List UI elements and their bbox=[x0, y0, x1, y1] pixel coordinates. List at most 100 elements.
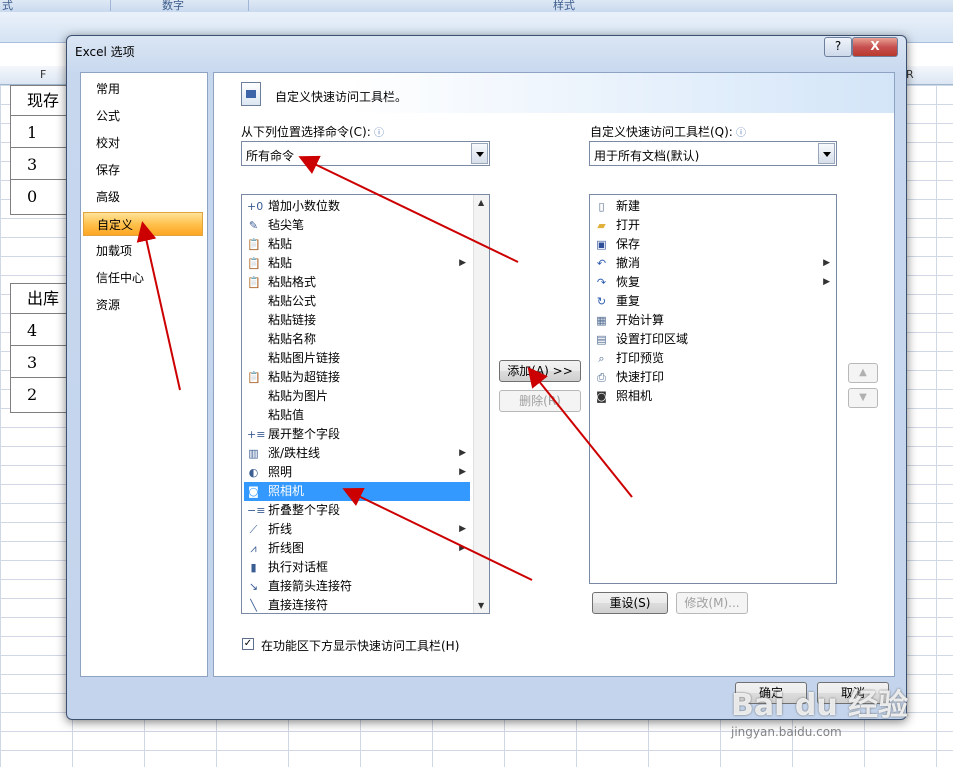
nav-item[interactable]: 自定义 bbox=[83, 212, 203, 236]
toolbar-item-label: 重复 bbox=[616, 294, 641, 308]
command-label: 直接连接符 bbox=[268, 598, 329, 612]
command-list-item[interactable]: ▥ 涨/跌柱线 ▶ bbox=[244, 444, 470, 463]
command-list-item[interactable]: 粘贴链接 bbox=[244, 311, 470, 330]
cell[interactable]: 现存 bbox=[11, 86, 68, 116]
command-list-item[interactable]: ◙ 照相机 bbox=[244, 482, 470, 501]
help-button[interactable]: ? bbox=[824, 37, 852, 57]
show-below-ribbon-checkbox[interactable]: ✓ bbox=[242, 638, 254, 650]
cell[interactable]: 出库 bbox=[11, 284, 68, 314]
command-label: 粘贴为图片 bbox=[268, 389, 329, 403]
command-list-item[interactable]: ↘ 直接箭头连接符 bbox=[244, 577, 470, 596]
show-below-ribbon-label: 在功能区下方显示快速访问工具栏(H) bbox=[261, 639, 460, 653]
toolbar-list-item[interactable]: ↶ 撤消 ▶ bbox=[592, 254, 834, 273]
command-list-item[interactable]: 📋 粘贴格式 bbox=[244, 273, 470, 292]
cell-block-bottom: 出库 4 3 2 bbox=[10, 283, 68, 413]
print-preview-icon: ⌕ bbox=[598, 352, 605, 365]
toolbar-list-item[interactable]: ⌕ 打印预览 bbox=[592, 349, 834, 368]
toolbar-list-item[interactable]: ▣ 保存 bbox=[592, 235, 834, 254]
nav-item[interactable]: 常用 bbox=[83, 77, 203, 101]
toolbar-item-label: 照相机 bbox=[616, 389, 653, 403]
command-list-item[interactable]: 粘贴为图片 bbox=[244, 387, 470, 406]
toolbar-commands-list[interactable]: ▯ 新建 ▰ 打开 ▣ 保存 ↶ 撤消 ▶ ↷ 恢复 ▶ ↻ 重复 ▦ 开始计算 ▤ 设置打印区域 ⌕ 打印预览 ⎙ 快速… bbox=[589, 194, 837, 584]
cell[interactable]: 0 bbox=[11, 182, 68, 212]
command-list-item[interactable]: ✎ 毡尖笔 bbox=[244, 216, 470, 235]
toolbar-list-item[interactable]: ▤ 设置打印区域 bbox=[592, 330, 834, 349]
camera-icon: ◙ bbox=[596, 390, 607, 403]
modify-button[interactable]: 修改(M)... bbox=[676, 592, 748, 614]
nav-item[interactable]: 高级 bbox=[83, 185, 203, 209]
cell[interactable]: 4 bbox=[11, 316, 68, 346]
toolbar-item-label: 打印预览 bbox=[616, 351, 665, 365]
collapse-field-icon: −≡ bbox=[247, 504, 266, 517]
submenu-arrow-icon: ▶ bbox=[823, 277, 830, 287]
nav-item[interactable]: 保存 bbox=[83, 158, 203, 182]
toolbar-list-item[interactable]: ↻ 重复 bbox=[592, 292, 834, 311]
choose-commands-value: 所有命令 bbox=[246, 149, 295, 163]
remove-button[interactable]: 删除(R) bbox=[499, 390, 581, 412]
toolbar-list-item[interactable]: ↷ 恢复 ▶ bbox=[592, 273, 834, 292]
info-icon: ⓘ bbox=[370, 128, 384, 139]
command-list-item[interactable]: ⩘ 折线图 ▶ bbox=[244, 539, 470, 558]
toolbar-list-item[interactable]: ⎙ 快速打印 bbox=[592, 368, 834, 387]
command-list-item[interactable]: ▮ 执行对话框 bbox=[244, 558, 470, 577]
customize-toolbar-dropdown[interactable]: 用于所有文档(默认) bbox=[589, 141, 837, 166]
command-list-item[interactable]: 粘贴图片链接 bbox=[244, 349, 470, 368]
command-list-item[interactable]: −≡ 折叠整个字段 bbox=[244, 501, 470, 520]
add-button[interactable]: 添加(A) >> bbox=[499, 360, 581, 382]
column-header-r: R bbox=[906, 68, 914, 81]
toolbar-list-item[interactable]: ◙ 照相机 bbox=[592, 387, 834, 406]
command-list-item[interactable]: 📋 粘贴为超链接 bbox=[244, 368, 470, 387]
customize-toolbar-value: 用于所有文档(默认) bbox=[594, 149, 700, 163]
chevron-down-icon[interactable] bbox=[818, 143, 835, 164]
command-list-item[interactable]: 📋 粘贴 ▶ bbox=[244, 254, 470, 273]
options-content: 自定义快速访问工具栏。 从下列位置选择命令(C): ⓘ 所有命令 自定义快速访问… bbox=[213, 72, 895, 677]
scroll-up-icon[interactable]: ▲ bbox=[478, 198, 484, 207]
command-label: 折叠整个字段 bbox=[268, 503, 341, 517]
command-list-item[interactable]: 📋 粘贴 bbox=[244, 235, 470, 254]
toolbar-list-item[interactable]: ▰ 打开 bbox=[592, 216, 834, 235]
move-up-button[interactable]: ▲ bbox=[848, 363, 878, 383]
chevron-down-icon[interactable] bbox=[471, 143, 488, 164]
nav-item[interactable]: 校对 bbox=[83, 131, 203, 155]
reset-button[interactable]: 重设(S) bbox=[592, 592, 668, 614]
run-dialog-icon: ▮ bbox=[250, 561, 257, 574]
choose-commands-label: 从下列位置选择命令(C): ⓘ bbox=[241, 125, 384, 139]
toolbar-item-label: 设置打印区域 bbox=[616, 332, 689, 346]
cell[interactable]: 2 bbox=[11, 380, 68, 410]
move-down-button[interactable]: ▼ bbox=[848, 388, 878, 408]
nav-item[interactable]: 信任中心 bbox=[83, 266, 203, 290]
scroll-down-icon[interactable]: ▼ bbox=[478, 601, 484, 610]
command-list-item[interactable]: ⟋ 折线 ▶ bbox=[244, 520, 470, 539]
toolbar-list-item[interactable]: ▦ 开始计算 bbox=[592, 311, 834, 330]
command-list-item[interactable]: ◐ 照明 ▶ bbox=[244, 463, 470, 482]
commands-list[interactable]: ▲ ▼ +0 增加小数位数 ✎ 毡尖笔 📋 粘贴 📋 粘贴 ▶ 📋 粘贴格式粘贴公式粘贴链接 粘贴名称… bbox=[241, 194, 490, 614]
command-label: 粘贴公式 bbox=[268, 294, 317, 308]
command-label: 折线 bbox=[268, 522, 293, 536]
info-icon: ⓘ bbox=[732, 128, 747, 139]
cell[interactable]: 3 bbox=[11, 348, 68, 378]
command-list-item[interactable]: ╲ 直接连接符 bbox=[244, 596, 470, 613]
toolbar-list-item[interactable]: ▯ 新建 bbox=[592, 197, 834, 216]
section-title: 自定义快速访问工具栏。 bbox=[275, 90, 408, 104]
increase-decimal-icon: +0 bbox=[247, 200, 264, 213]
command-list-item[interactable]: +0 增加小数位数 bbox=[244, 197, 470, 216]
command-list-item[interactable]: 粘贴值 bbox=[244, 406, 470, 425]
open-folder-icon: ▰ bbox=[597, 219, 606, 232]
camera-icon: ◙ bbox=[248, 485, 259, 498]
cell[interactable]: 3 bbox=[11, 150, 68, 180]
choose-commands-dropdown[interactable]: 所有命令 bbox=[241, 141, 490, 166]
command-list-item[interactable]: 粘贴名称 bbox=[244, 330, 470, 349]
command-label: 粘贴 bbox=[268, 237, 293, 251]
commands-scrollbar[interactable]: ▲ ▼ bbox=[473, 195, 489, 613]
column-header-f: F bbox=[40, 68, 47, 81]
nav-item[interactable]: 加载项 bbox=[83, 239, 203, 263]
cell[interactable]: 1 bbox=[11, 118, 68, 148]
nav-item[interactable]: 资源 bbox=[83, 293, 203, 317]
command-label: 执行对话框 bbox=[268, 560, 329, 574]
cell-block-top: 现存 1 3 0 bbox=[10, 85, 68, 215]
nav-item[interactable]: 公式 bbox=[83, 104, 203, 128]
command-list-item[interactable]: 粘贴公式 bbox=[244, 292, 470, 311]
command-list-item[interactable]: +≡ 展开整个字段 bbox=[244, 425, 470, 444]
calculate-icon: ▦ bbox=[596, 314, 607, 327]
close-button[interactable]: X bbox=[852, 37, 898, 57]
